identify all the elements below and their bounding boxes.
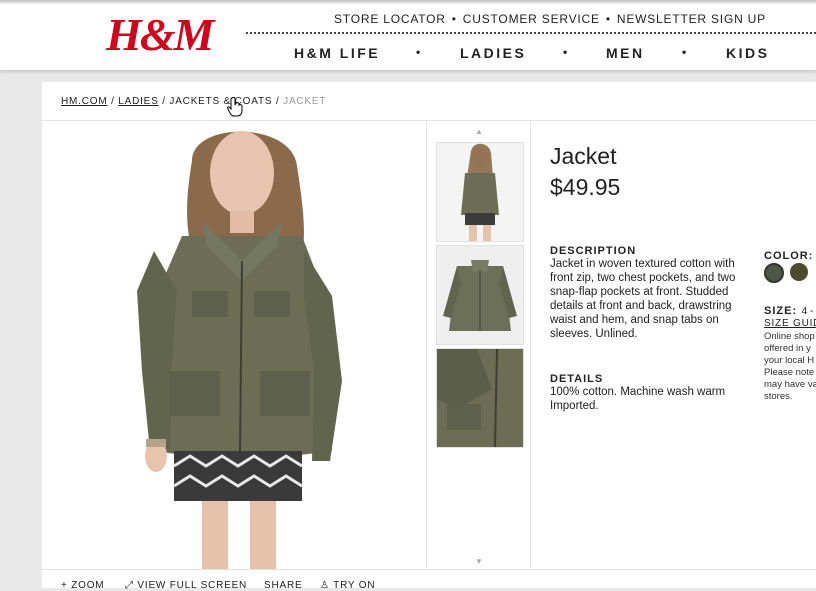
hm-logo[interactable]: H&M bbox=[106, 8, 214, 61]
size-guide-link[interactable]: SIZE GUID bbox=[764, 318, 816, 329]
product-info: Jacket $49.95 DESCRIPTION Jacket in wove… bbox=[550, 121, 816, 569]
details-label: DETAILS bbox=[550, 373, 604, 385]
thumbnail-jacket-detail[interactable] bbox=[436, 348, 524, 448]
breadcrumb: HM.COM / LADIES / JACKETS & COATS / JACK… bbox=[61, 96, 326, 107]
utility-separator: • bbox=[451, 12, 457, 26]
try-on-label: TRY ON bbox=[333, 580, 376, 591]
zoom-label: ZOOM bbox=[71, 580, 105, 591]
size-value: 4 - 12 bbox=[801, 306, 816, 317]
breadcrumb-ladies[interactable]: LADIES bbox=[118, 96, 158, 107]
size-note-line: Please note bbox=[764, 367, 815, 378]
plus-icon: + bbox=[61, 580, 72, 591]
thumbnail-jacket-image bbox=[443, 260, 517, 331]
details-section: DETAILS 100% cotton. Machine wash warm I… bbox=[550, 373, 750, 413]
size-section: SIZE: 4 - 12 bbox=[764, 301, 816, 319]
size-note-line: your local H bbox=[764, 355, 815, 366]
header-divider bbox=[246, 32, 816, 34]
color-section: COLOR: K bbox=[764, 246, 816, 264]
thumbnail-down-arrow-icon[interactable]: ▼ bbox=[475, 557, 483, 566]
description-section: DESCRIPTION Jacket in woven textured cot… bbox=[550, 245, 750, 341]
size-note-line: offered in y bbox=[764, 343, 811, 354]
fullscreen-label: VIEW FULL SCREEN bbox=[137, 580, 248, 591]
size-note: Online shop offered in y your local H Pl… bbox=[764, 331, 816, 403]
description-label: DESCRIPTION bbox=[550, 245, 637, 257]
store-locator-link[interactable]: STORE LOCATOR bbox=[334, 12, 446, 26]
expand-icon: ⤢ bbox=[125, 580, 138, 591]
fullscreen-button[interactable]: ⤢ VIEW FULL SCREEN bbox=[125, 580, 247, 591]
description-text: Jacket in woven textured cotton with fro… bbox=[550, 258, 736, 340]
newsletter-signup-link[interactable]: NEWSLETTER SIGN UP bbox=[617, 12, 766, 26]
breadcrumb-current: JACKET bbox=[283, 96, 327, 107]
thumbs-divider bbox=[530, 121, 531, 569]
nav-separator: • bbox=[682, 45, 689, 59]
thumbnail-jacket-flat[interactable] bbox=[436, 245, 524, 345]
nav-ladies[interactable]: LADIES bbox=[460, 45, 526, 61]
product-title: Jacket bbox=[550, 143, 617, 169]
try-on-button[interactable]: ♙ TRY ON bbox=[320, 580, 375, 591]
product-photo[interactable] bbox=[42, 121, 426, 569]
thumbnail-model-image bbox=[461, 143, 499, 241]
breadcrumb-separator: / bbox=[162, 96, 166, 107]
thumbnail-model-front[interactable] bbox=[436, 142, 524, 242]
nav-men[interactable]: MEN bbox=[606, 45, 645, 61]
breadcrumb-separator: / bbox=[111, 96, 115, 107]
nav-hm-life[interactable]: H&M LIFE bbox=[294, 45, 380, 61]
product-panel: HM.COM / LADIES / JACKETS & COATS / JACK… bbox=[42, 82, 816, 591]
model-wearing-jacket-image bbox=[42, 121, 426, 569]
thumbnail-detail-image bbox=[437, 349, 523, 447]
nav-kids[interactable]: KIDS bbox=[726, 45, 769, 61]
nav-separator: • bbox=[416, 45, 423, 59]
size-note-line: Online shop bbox=[764, 331, 815, 342]
main-nav: H&M LIFE • LADIES • MEN • KIDS bbox=[246, 45, 816, 63]
breadcrumb-jackets-coats[interactable]: JACKETS & COATS bbox=[169, 96, 272, 107]
color-label: COLOR: bbox=[764, 250, 814, 262]
thumbnail-strip: ▲ ▼ bbox=[427, 121, 530, 569]
share-button[interactable]: SHARE bbox=[264, 580, 302, 591]
size-note-line: stores. bbox=[764, 391, 793, 402]
size-label: SIZE: bbox=[764, 305, 798, 317]
product-price: $49.95 bbox=[550, 174, 621, 200]
details-text: 100% cotton. Machine wash warm Imported. bbox=[550, 386, 726, 412]
zoom-button[interactable]: + ZOOM bbox=[61, 580, 104, 591]
color-swatch[interactable] bbox=[790, 263, 808, 281]
utility-separator: • bbox=[605, 12, 611, 26]
customer-service-link[interactable]: CUSTOMER SERVICE bbox=[463, 12, 600, 26]
breadcrumb-separator: / bbox=[275, 96, 280, 107]
figure-icon: ♙ bbox=[320, 580, 334, 591]
image-toolbar: + ZOOM ⤢ VIEW FULL SCREEN SHARE ♙ TRY ON bbox=[42, 569, 816, 591]
utility-links: STORE LOCATOR • CUSTOMER SERVICE • NEWSLETTE… bbox=[334, 12, 766, 26]
size-note-line: may have va bbox=[764, 379, 816, 390]
nav-separator: • bbox=[563, 45, 570, 59]
thumbnail-up-arrow-icon[interactable]: ▲ bbox=[475, 127, 483, 136]
hand-cursor-icon bbox=[227, 97, 243, 117]
site-header: H&M STORE LOCATOR • CUSTOMER SERVICE • NEWSL… bbox=[0, 0, 816, 70]
breadcrumb-home[interactable]: HM.COM bbox=[61, 96, 107, 107]
color-swatch-selected[interactable] bbox=[764, 263, 784, 283]
top-strip bbox=[0, 0, 816, 4]
